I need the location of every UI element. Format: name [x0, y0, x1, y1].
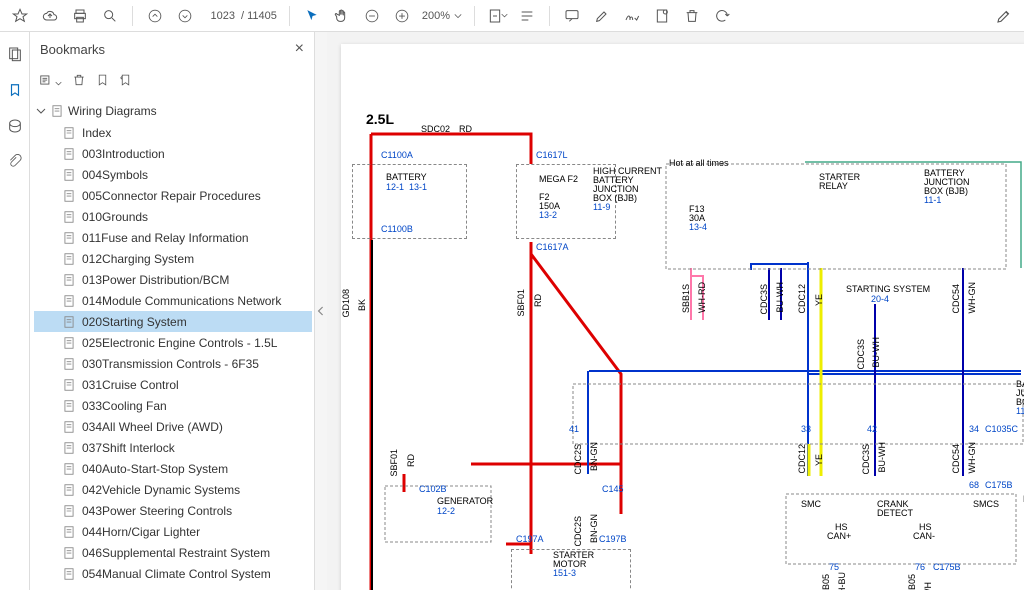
bookmark-item[interactable]: 013Power Distribution/BCM: [34, 269, 312, 290]
page-icon: [62, 546, 76, 560]
page-icon: [62, 210, 76, 224]
bookmarks-icon[interactable]: [5, 80, 25, 100]
bookmark-root[interactable]: Wiring Diagrams: [34, 100, 312, 122]
star-icon[interactable]: [6, 3, 34, 29]
main-toolbar: / 11405 200%: [0, 0, 1024, 32]
page-icon: [62, 294, 76, 308]
fit-page-icon[interactable]: [483, 3, 511, 29]
options-icon[interactable]: [38, 73, 62, 90]
side-nav: [0, 32, 30, 590]
bookmark-item[interactable]: 043Power Steering Controls: [34, 500, 312, 521]
cloud-upload-icon[interactable]: [36, 3, 64, 29]
attachments-icon[interactable]: [5, 152, 25, 172]
page-icon: [62, 525, 76, 539]
trash-bookmark-icon[interactable]: [72, 73, 86, 90]
bookmark-item[interactable]: 040Auto-Start-Stop System: [34, 458, 312, 479]
page-icon: [62, 126, 76, 140]
bookmarks-panel: Bookmarks × Wiring Diagrams Index003Intr…: [30, 32, 315, 590]
page-icon: [62, 231, 76, 245]
panel-title: Bookmarks: [40, 42, 105, 57]
reflow-icon[interactable]: [513, 3, 541, 29]
bookmark-item[interactable]: 020Starting System: [34, 311, 312, 332]
page-icon: [62, 357, 76, 371]
page-icon: [62, 315, 76, 329]
page-icon: [62, 189, 76, 203]
bookmark-item[interactable]: 054Manual Climate Control System: [34, 563, 312, 584]
page-icon: [62, 441, 76, 455]
bookmark-item[interactable]: 033Cooling Fan: [34, 395, 312, 416]
page-icon: [62, 399, 76, 413]
page-icon: [62, 336, 76, 350]
bookmarks-list[interactable]: Wiring Diagrams Index003Introduction004S…: [30, 96, 314, 590]
page-icon: [62, 378, 76, 392]
zoom-out-icon[interactable]: [358, 3, 386, 29]
page-icon: [50, 104, 64, 118]
page-icon: [62, 567, 76, 581]
bookmark-item[interactable]: 031Cruise Control: [34, 374, 312, 395]
bookmark-item[interactable]: 011Fuse and Relay Information: [34, 227, 312, 248]
bookmark-item[interactable]: 025Electronic Engine Controls - 1.5L: [34, 332, 312, 353]
bookmark-item[interactable]: 005Connector Repair Procedures: [34, 185, 312, 206]
bookmark-item[interactable]: 003Introduction: [34, 143, 312, 164]
page-total: / 11405: [237, 10, 281, 22]
bookmark-item[interactable]: 037Shift Interlock: [34, 437, 312, 458]
bookmark-item[interactable]: Index: [34, 122, 312, 143]
bookmark-item[interactable]: 034All Wheel Drive (AWD): [34, 416, 312, 437]
delete-icon[interactable]: [678, 3, 706, 29]
layers-icon[interactable]: [5, 116, 25, 136]
zoom-in-icon[interactable]: [388, 3, 416, 29]
page-icon: [62, 420, 76, 434]
page-icon: [62, 252, 76, 266]
page-icon: [62, 504, 76, 518]
chevron-down-icon: [36, 106, 46, 116]
note-icon[interactable]: [648, 3, 676, 29]
document-viewport[interactable]: 2.5L: [327, 32, 1024, 590]
bookmark-item[interactable]: 030Transmission Controls - 6F35: [34, 353, 312, 374]
page-icon: [62, 483, 76, 497]
close-icon[interactable]: ×: [295, 40, 304, 58]
bookmark-item[interactable]: 044Horn/Cigar Lighter: [34, 521, 312, 542]
zoom-select[interactable]: 200%: [422, 10, 462, 22]
page-number-input[interactable]: [201, 10, 235, 22]
bookmark-item[interactable]: 010Grounds: [34, 206, 312, 227]
page-icon: [62, 273, 76, 287]
page-up-icon[interactable]: [141, 3, 169, 29]
page-icon: [62, 462, 76, 476]
expand-bookmark-icon[interactable]: [119, 73, 132, 90]
bookmark-item[interactable]: 004Symbols: [34, 164, 312, 185]
print-icon[interactable]: [66, 3, 94, 29]
page-icon: [62, 147, 76, 161]
thumbnails-icon[interactable]: [5, 44, 25, 64]
collapse-panel-handle[interactable]: [315, 32, 327, 590]
sign-icon[interactable]: [618, 3, 646, 29]
pdf-page: 2.5L: [341, 44, 1024, 590]
highlight-icon[interactable]: [588, 3, 616, 29]
bookmark-item[interactable]: 042Vehicle Dynamic Systems: [34, 479, 312, 500]
page-down-icon[interactable]: [171, 3, 199, 29]
page-icon: [62, 168, 76, 182]
comment-icon[interactable]: [558, 3, 586, 29]
search-icon[interactable]: [96, 3, 124, 29]
bookmark-item[interactable]: 014Module Communications Network: [34, 290, 312, 311]
bookmark-item[interactable]: 012Charging System: [34, 248, 312, 269]
more-icon[interactable]: [990, 3, 1018, 29]
rotate-icon[interactable]: [708, 3, 736, 29]
bookmark-item[interactable]: 046Supplemental Restraint System: [34, 542, 312, 563]
bookmark-tools: [30, 66, 314, 96]
cursor-icon[interactable]: [298, 3, 326, 29]
hand-icon[interactable]: [328, 3, 356, 29]
new-bookmark-icon[interactable]: [96, 73, 109, 90]
